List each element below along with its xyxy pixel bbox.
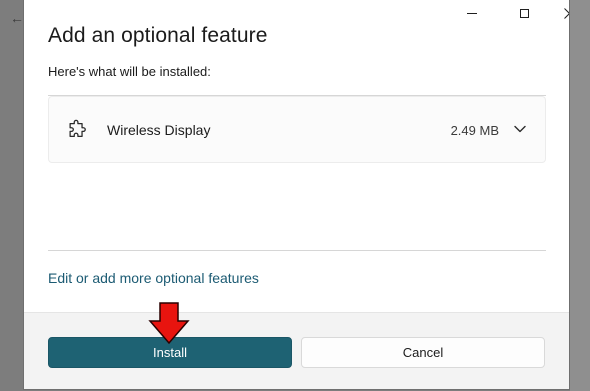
back-arrow-icon[interactable]: ← bbox=[10, 10, 24, 26]
dialog-footer: Install Cancel bbox=[24, 312, 569, 389]
feature-size: 2.49 MB bbox=[450, 123, 499, 138]
dialog-subtitle: Here's what will be installed: bbox=[48, 64, 211, 79]
optional-feature-dialog: Add an optional feature Here's what will… bbox=[23, 0, 570, 390]
close-icon[interactable] bbox=[557, 2, 569, 24]
dialog-title: Add an optional feature bbox=[48, 24, 268, 47]
feature-name: Wireless Display bbox=[107, 122, 211, 138]
divider bbox=[48, 250, 546, 251]
feature-item-wireless-display[interactable]: Wireless Display 2.49 MB bbox=[48, 96, 546, 163]
red-arrow-down-icon bbox=[148, 302, 190, 345]
background-window-edge bbox=[570, 0, 590, 391]
cancel-button[interactable]: Cancel bbox=[301, 337, 545, 368]
edit-optional-features-link[interactable]: Edit or add more optional features bbox=[48, 270, 259, 286]
maximize-icon[interactable] bbox=[512, 2, 536, 24]
puzzle-piece-icon bbox=[69, 119, 86, 138]
minimize-icon[interactable] bbox=[460, 2, 484, 24]
chevron-down-icon[interactable] bbox=[512, 121, 528, 137]
